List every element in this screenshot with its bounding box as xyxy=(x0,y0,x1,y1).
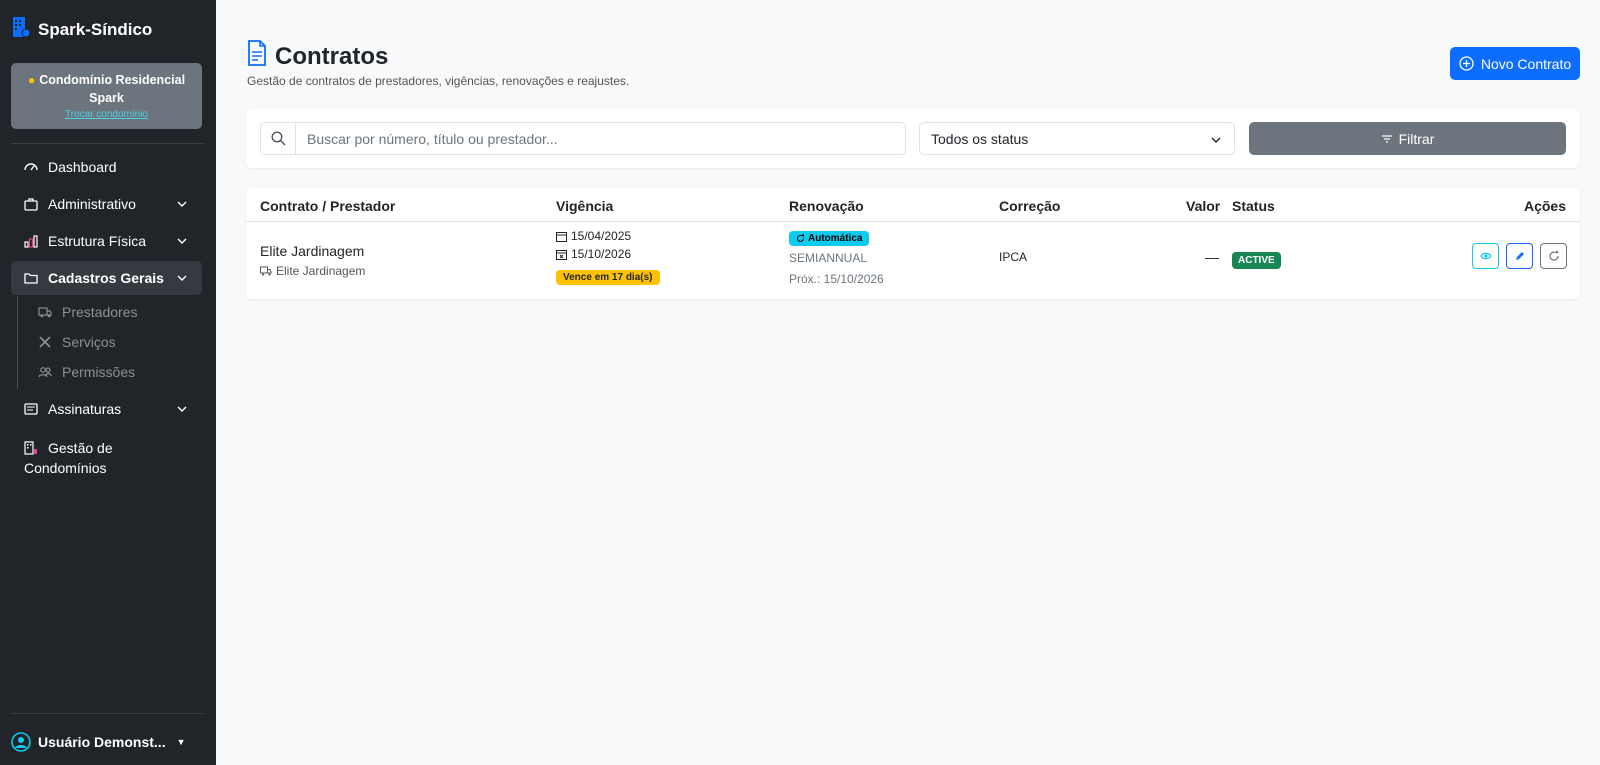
header-divider xyxy=(246,221,1580,222)
map-pin-icon: ● xyxy=(27,73,36,87)
switch-condo-link[interactable]: Trocar condomínio xyxy=(11,109,202,120)
sidebar: Spark-Síndico ● Condomínio Residencial Sp… xyxy=(0,0,216,765)
truck-icon xyxy=(260,266,272,276)
contracts-table: Contrato / Prestador Vigência Renovação … xyxy=(246,188,1580,299)
chevron-down-icon xyxy=(177,238,187,244)
renewal-period: SEMIANNUAL xyxy=(789,251,868,265)
contract-end-date: 15/10/2026 xyxy=(556,247,631,261)
folder-icon xyxy=(24,271,38,285)
column-header-status[interactable]: Status xyxy=(1232,198,1275,214)
sidebar-divider xyxy=(11,713,203,714)
correction-index: IPCA xyxy=(999,250,1028,264)
page-subtitle: Gestão de contratos de prestadores, vigê… xyxy=(247,74,630,88)
search-input[interactable] xyxy=(296,123,905,154)
sidebar-item-administrativo[interactable]: Administrativo xyxy=(11,187,202,221)
sidebar-subitem-prestadores[interactable]: Prestadores xyxy=(38,300,137,324)
column-header-renovacao[interactable]: Renovação xyxy=(789,198,864,214)
contract-start-date: 15/04/2025 xyxy=(556,229,631,243)
briefcase-icon xyxy=(24,197,38,211)
filter-button[interactable]: Filtrar xyxy=(1249,122,1566,155)
tools-icon xyxy=(38,335,52,349)
calendar-icon xyxy=(556,231,567,242)
next-renewal: Próx.: 15/10/2026 xyxy=(789,272,884,286)
view-button[interactable] xyxy=(1472,243,1499,269)
condo-card: ● Condomínio Residencial Spark Trocar con… xyxy=(11,63,202,129)
contract-provider: Elite Jardinagem xyxy=(260,264,365,278)
people-icon xyxy=(38,365,52,379)
calendar-x-icon xyxy=(556,249,567,260)
sidebar-item-cadastros[interactable]: Cadastros Gerais xyxy=(11,261,202,295)
sidebar-item-estrutura[interactable]: Estrutura Física xyxy=(11,224,202,258)
brand[interactable]: Spark-Síndico xyxy=(12,16,152,43)
sidebar-item-gestao-condominios[interactable]: Gestão de Condomínios xyxy=(24,438,194,478)
condo-name: Condomínio Residencial Spark xyxy=(39,73,186,105)
speedometer-icon xyxy=(24,160,38,174)
contract-title[interactable]: Elite Jardinagem xyxy=(260,243,364,259)
user-name: Usuário Demonst... xyxy=(38,734,166,750)
avatar-icon xyxy=(11,732,31,752)
refresh-icon xyxy=(1548,250,1559,261)
column-header-acoes: Ações xyxy=(1523,198,1566,214)
building-logo-icon xyxy=(12,16,31,43)
pencil-icon xyxy=(1515,252,1524,260)
new-contract-button[interactable]: Novo Contrato xyxy=(1450,47,1580,80)
renewal-badge: Automática xyxy=(789,231,870,246)
search-group xyxy=(260,122,906,155)
column-header-contract[interactable]: Contrato / Prestador xyxy=(260,198,395,214)
card-list-icon xyxy=(24,402,38,416)
sidebar-divider xyxy=(11,143,203,144)
column-header-correcao[interactable]: Correção xyxy=(999,198,1060,214)
contract-value: — xyxy=(1205,249,1219,265)
truck-icon xyxy=(38,305,52,319)
app-name: Spark-Síndico xyxy=(38,19,153,39)
caret-down-icon: ▼ xyxy=(176,737,186,747)
expiry-badge: Vence em 17 dia(s) xyxy=(556,270,660,285)
plus-circle-icon xyxy=(1459,56,1474,71)
sidebar-subitem-servicos[interactable]: Serviços xyxy=(38,330,116,354)
renew-button[interactable] xyxy=(1540,243,1567,269)
buildings-icon xyxy=(24,441,38,455)
user-menu[interactable]: Usuário Demonst... ▼ xyxy=(11,732,186,752)
page-title: Contratos xyxy=(247,40,388,73)
chevron-down-icon xyxy=(1211,137,1221,143)
eye-icon xyxy=(1479,252,1492,260)
filter-icon xyxy=(1381,134,1392,143)
status-select[interactable]: Todos os status xyxy=(919,122,1235,155)
refresh-icon xyxy=(797,234,804,242)
sidebar-item-dashboard[interactable]: Dashboard xyxy=(11,150,202,184)
submenu-line xyxy=(17,296,18,389)
column-header-valor[interactable]: Valor xyxy=(1186,198,1220,214)
chevron-down-icon xyxy=(177,201,187,207)
filter-card: Todos os status Filtrar xyxy=(246,109,1580,168)
status-badge: ACTIVE xyxy=(1232,252,1281,269)
sidebar-item-assinaturas[interactable]: Assinaturas xyxy=(11,392,202,426)
sidebar-subitem-permissoes[interactable]: Permissões xyxy=(38,360,135,384)
building-chart-icon xyxy=(24,234,38,248)
edit-button[interactable] xyxy=(1506,243,1533,269)
file-text-icon xyxy=(247,40,267,73)
chevron-down-icon xyxy=(177,406,187,412)
search-icon xyxy=(261,123,296,154)
column-header-vigencia[interactable]: Vigência xyxy=(556,198,613,214)
chevron-down-icon xyxy=(177,275,187,281)
